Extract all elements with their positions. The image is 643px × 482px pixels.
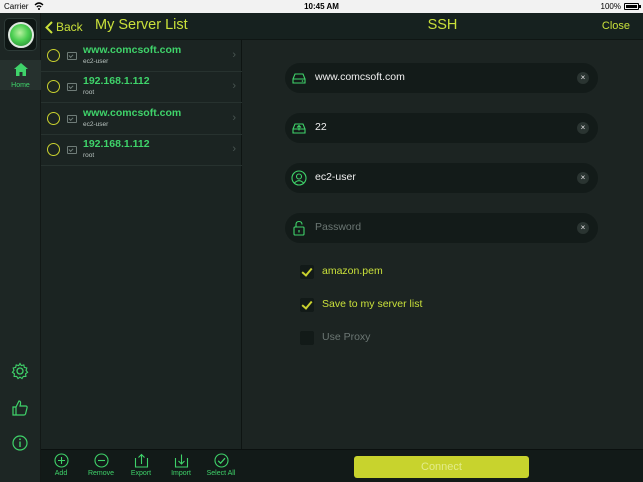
chevron-right-icon: › bbox=[232, 112, 236, 124]
globe-icon bbox=[7, 21, 34, 48]
chevron-right-icon: › bbox=[232, 49, 236, 61]
server-row[interactable]: 192.168.1.112 root › bbox=[41, 72, 242, 103]
remove-label: Remove bbox=[87, 470, 115, 477]
battery-icon bbox=[624, 3, 641, 10]
terminal-icon bbox=[67, 146, 77, 154]
server-icon bbox=[292, 73, 306, 84]
select-all-button[interactable]: Select All bbox=[201, 453, 241, 477]
gear-icon[interactable] bbox=[11, 362, 29, 380]
password-placeholder: Password bbox=[315, 221, 362, 233]
server-row[interactable]: 192.168.1.112 root › bbox=[41, 135, 242, 166]
rail-home-label: Home bbox=[11, 82, 30, 89]
plus-circle-icon bbox=[53, 453, 69, 468]
export-button[interactable]: Export bbox=[121, 453, 161, 477]
battery-percent: 100% bbox=[600, 2, 621, 11]
import-icon bbox=[174, 454, 188, 468]
select-radio[interactable] bbox=[47, 80, 60, 93]
select-all-label: Select All bbox=[206, 470, 236, 477]
port-value: 22 bbox=[315, 121, 327, 133]
add-label: Add bbox=[54, 470, 68, 477]
amazon-pem-label: amazon.pem bbox=[322, 265, 383, 277]
username-field[interactable]: ec2-user × bbox=[285, 163, 598, 193]
app-logo bbox=[4, 18, 37, 51]
home-icon bbox=[13, 63, 28, 76]
select-radio[interactable] bbox=[47, 143, 60, 156]
chevron-left-icon bbox=[45, 20, 53, 34]
user-icon bbox=[291, 170, 307, 186]
ssh-panel: SSH Close www.comcsoft.com × 22 × ec2-us… bbox=[242, 13, 643, 482]
clear-password-button[interactable]: × bbox=[577, 222, 589, 234]
server-host: 192.168.1.112 bbox=[83, 138, 150, 150]
ssh-bottom-bar: Connect bbox=[242, 449, 643, 482]
checkbox-unchecked[interactable] bbox=[300, 331, 314, 345]
lock-icon bbox=[293, 220, 305, 236]
thumbs-up-icon[interactable] bbox=[11, 399, 29, 417]
ssh-title: SSH bbox=[427, 17, 458, 33]
server-list-title: My Server List bbox=[95, 17, 188, 33]
chevron-right-icon: › bbox=[232, 143, 236, 155]
ssh-navbar: SSH Close bbox=[242, 13, 643, 40]
select-radio[interactable] bbox=[47, 49, 60, 62]
clock: 10:45 AM bbox=[304, 2, 339, 11]
terminal-icon bbox=[67, 83, 77, 91]
server-user: ec2-user bbox=[83, 121, 109, 128]
server-list-toolbar: Add Remove Export Import Select All bbox=[41, 449, 242, 482]
port-field[interactable]: 22 × bbox=[285, 113, 598, 143]
server-host: www.comcsoft.com bbox=[83, 107, 182, 119]
username-value: ec2-user bbox=[315, 171, 356, 183]
checkbox-checked[interactable] bbox=[300, 298, 314, 312]
server-list-navbar: Back My Server List bbox=[41, 13, 242, 40]
back-label: Back bbox=[56, 20, 83, 34]
server-user: root bbox=[83, 152, 95, 159]
close-button[interactable]: Close bbox=[602, 20, 630, 32]
import-label: Import bbox=[171, 470, 191, 477]
rail-home-button[interactable]: Home bbox=[0, 60, 41, 90]
clear-port-button[interactable]: × bbox=[577, 122, 589, 134]
chevron-right-icon: › bbox=[232, 80, 236, 92]
terminal-icon bbox=[67, 52, 77, 60]
checkbox-checked[interactable] bbox=[300, 265, 314, 279]
export-label: Export bbox=[130, 470, 152, 477]
server-list-panel: Back My Server List www.comcsoft.com ec2… bbox=[41, 13, 242, 482]
terminal-icon bbox=[67, 115, 77, 123]
export-icon bbox=[134, 453, 148, 468]
host-field[interactable]: www.comcsoft.com × bbox=[285, 63, 598, 93]
server-row[interactable]: www.comcsoft.com ec2-user › bbox=[41, 41, 242, 72]
server-user: root bbox=[83, 89, 95, 96]
connect-button[interactable]: Connect bbox=[354, 456, 529, 478]
save-to-list-label: Save to my server list bbox=[322, 298, 423, 310]
remove-button[interactable]: Remove bbox=[81, 453, 121, 477]
clear-username-button[interactable]: × bbox=[577, 172, 589, 184]
password-field[interactable]: Password × bbox=[285, 213, 598, 243]
side-rail: Home bbox=[0, 13, 41, 482]
use-proxy-label: Use Proxy bbox=[322, 331, 371, 343]
import-button[interactable]: Import bbox=[161, 453, 201, 477]
server-host: www.comcsoft.com bbox=[83, 44, 182, 56]
server-row[interactable]: www.comcsoft.com ec2-user › bbox=[41, 104, 242, 135]
clear-host-button[interactable]: × bbox=[577, 72, 589, 84]
port-icon bbox=[292, 123, 306, 134]
host-value: www.comcsoft.com bbox=[315, 71, 405, 83]
minus-circle-icon bbox=[93, 453, 109, 468]
check-circle-icon bbox=[213, 453, 229, 468]
back-button[interactable]: Back bbox=[45, 17, 83, 37]
select-radio[interactable] bbox=[47, 112, 60, 125]
server-user: ec2-user bbox=[83, 58, 109, 65]
add-button[interactable]: Add bbox=[41, 453, 81, 477]
info-icon[interactable] bbox=[11, 434, 29, 452]
status-bar: Carrier 10:45 AM 100% bbox=[0, 0, 643, 13]
server-host: 192.168.1.112 bbox=[83, 75, 150, 87]
